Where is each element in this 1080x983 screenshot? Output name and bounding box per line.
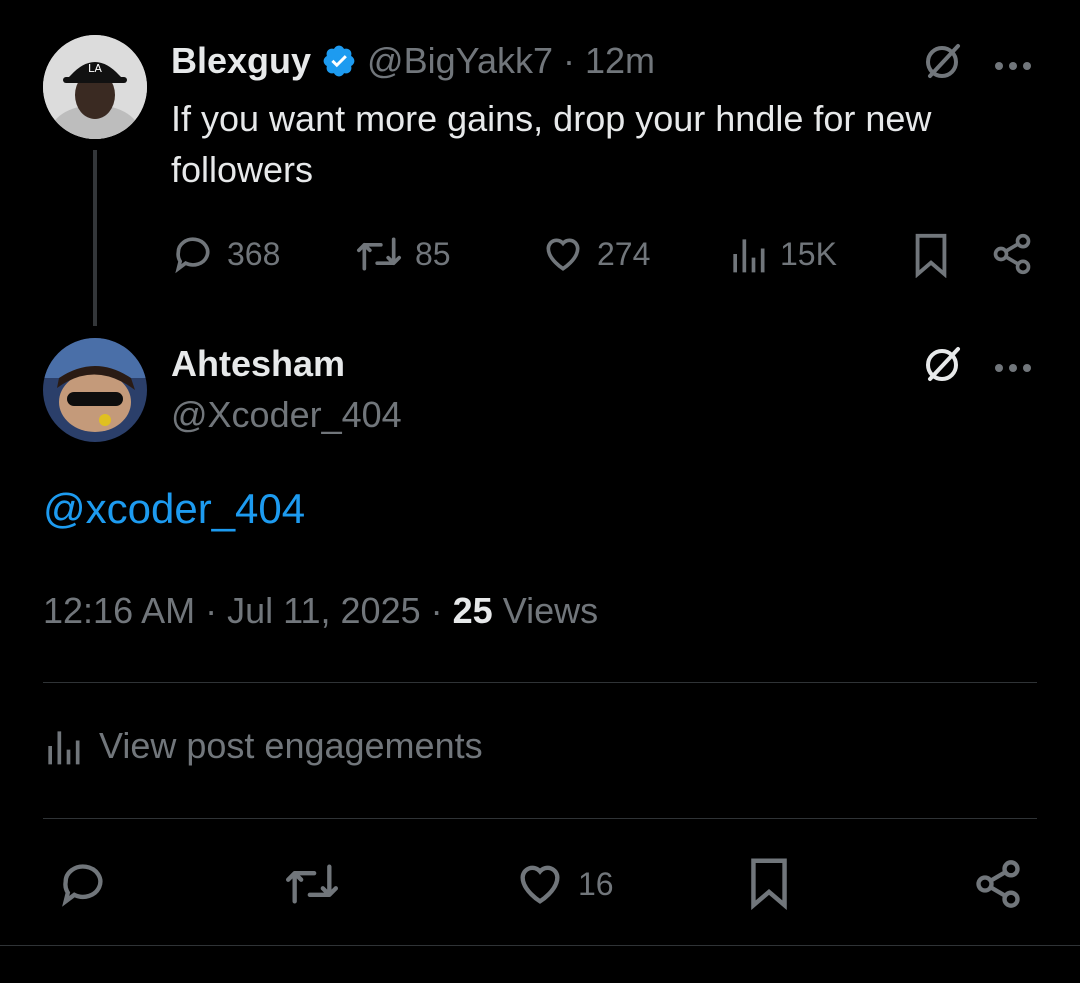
reply-author-name[interactable]: Ahtesham bbox=[171, 343, 345, 385]
avatar-image bbox=[43, 338, 147, 442]
post-time[interactable]: 12:16 AM bbox=[43, 590, 195, 631]
repost-count: 85 bbox=[415, 235, 451, 272]
thread-line bbox=[93, 150, 97, 326]
blexguy-avatar[interactable]: LA bbox=[43, 35, 147, 139]
reply-icon bbox=[62, 864, 103, 907]
header-separator: · bbox=[563, 40, 576, 81]
share-button[interactable] bbox=[990, 232, 1034, 281]
parent-time[interactable]: 12m bbox=[585, 40, 655, 82]
reply-more-icon[interactable] bbox=[994, 360, 1032, 378]
reply-icon bbox=[175, 237, 210, 274]
reply-button[interactable]: 368 bbox=[171, 232, 280, 276]
divider-footer bbox=[0, 945, 1080, 946]
bookmark-button[interactable] bbox=[749, 856, 789, 915]
share-button[interactable] bbox=[972, 858, 1024, 915]
avatar-image: LA bbox=[43, 35, 147, 139]
reply-count: 368 bbox=[227, 235, 281, 272]
like-count: 274 bbox=[597, 235, 651, 272]
views-number: 25 bbox=[452, 590, 493, 631]
repost-button[interactable]: 85 bbox=[355, 232, 451, 276]
divider-bottom bbox=[43, 818, 1037, 819]
view-engagements-button[interactable]: View post engagements bbox=[43, 724, 483, 768]
grok-icon[interactable] bbox=[920, 40, 964, 89]
meta-separator: · bbox=[430, 590, 443, 631]
analytics-icon bbox=[48, 731, 80, 765]
reply-handle[interactable]: @Xcoder_404 bbox=[171, 394, 402, 436]
post-meta: 12:16 AM · Jul 11, 2025 · 25 Views bbox=[43, 590, 598, 632]
view-engagements-label: View post engagements bbox=[99, 725, 483, 766]
repost-icon bbox=[357, 237, 401, 271]
bookmark-icon bbox=[751, 858, 787, 911]
repost-icon bbox=[285, 864, 338, 904]
mention-link[interactable]: @xcoder_404 bbox=[43, 485, 305, 533]
views-count: 15K bbox=[780, 235, 837, 272]
parent-handle[interactable]: @BigYakk7 bbox=[367, 40, 553, 82]
reply-button[interactable] bbox=[57, 858, 109, 915]
bookmark-icon bbox=[915, 233, 947, 279]
heart-icon bbox=[520, 865, 560, 904]
like-button[interactable]: 16 bbox=[514, 858, 614, 910]
parent-post-header: Blexguy @BigYakk7 · 12m bbox=[171, 40, 655, 82]
like-count: 16 bbox=[578, 865, 614, 902]
verified-badge-icon bbox=[323, 45, 355, 77]
views-label: Views bbox=[502, 590, 599, 631]
meta-separator: · bbox=[205, 590, 218, 631]
bookmark-button[interactable] bbox=[913, 232, 949, 283]
parent-more-icon[interactable] bbox=[994, 58, 1032, 76]
grok-icon[interactable] bbox=[920, 343, 964, 392]
ahtesham-avatar[interactable] bbox=[43, 338, 147, 442]
like-button[interactable]: 274 bbox=[541, 232, 650, 276]
parent-post-text: If you want more gains, drop your hndle … bbox=[171, 98, 932, 190]
repost-button[interactable] bbox=[283, 858, 341, 915]
share-icon bbox=[976, 860, 1020, 908]
parent-author-name[interactable]: Blexguy bbox=[171, 40, 311, 82]
svg-text:LA: LA bbox=[88, 62, 102, 75]
divider-top bbox=[43, 682, 1037, 683]
views-button[interactable]: 15K bbox=[728, 232, 837, 276]
share-icon bbox=[993, 233, 1031, 275]
post-date[interactable]: Jul 11, 2025 bbox=[227, 590, 420, 631]
heart-icon bbox=[546, 238, 580, 271]
analytics-icon bbox=[733, 239, 765, 273]
